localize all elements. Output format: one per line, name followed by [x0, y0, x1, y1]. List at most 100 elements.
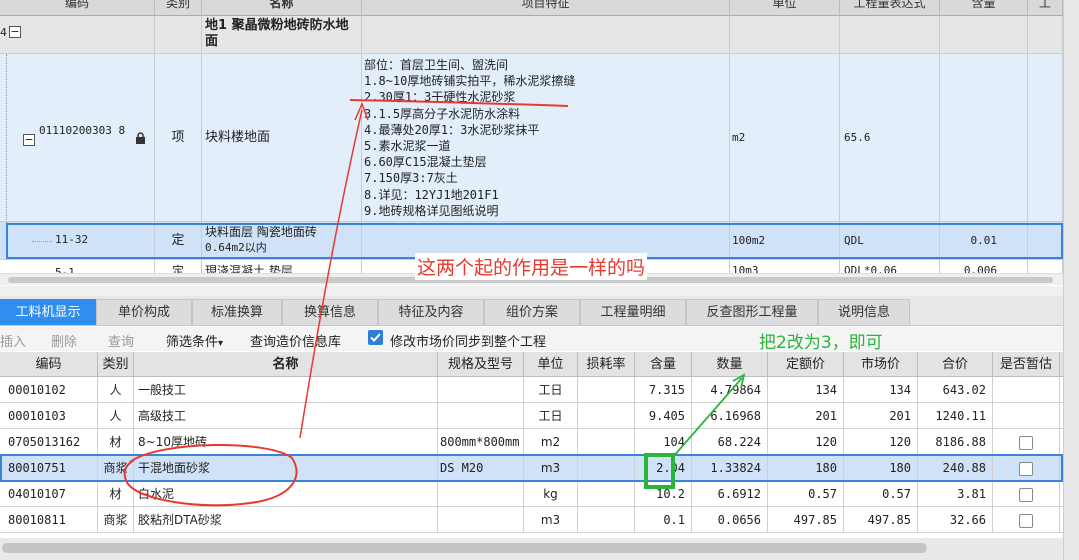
material-spec[interactable] [438, 403, 524, 429]
tab-quantity-detail[interactable]: 工程量明细 [580, 299, 686, 325]
query-button[interactable]: 查询 [108, 331, 134, 350]
material-total[interactable]: 32.66 [918, 507, 993, 533]
provisional-checkbox[interactable] [1019, 487, 1033, 502]
material-type[interactable]: 材 [98, 429, 134, 455]
sync-checkbox[interactable] [368, 330, 383, 345]
material-spec[interactable] [438, 377, 524, 403]
material-name[interactable]: 高级技工 [134, 403, 438, 429]
material-market-price[interactable]: 497.85 [844, 507, 918, 533]
material-total[interactable]: 643.02 [918, 377, 993, 403]
quota2-name[interactable]: 現浇混凝土 垫层 [202, 260, 362, 274]
provisional-cell[interactable] [993, 481, 1060, 507]
col-header-unit[interactable]: 单位 [730, 0, 840, 16]
material-content[interactable]: 2.04 [635, 455, 692, 481]
tab-standard-conversion[interactable]: 标准换算 [192, 299, 282, 325]
col-header-expr[interactable]: 工程量表达式 [840, 0, 940, 16]
material-loss[interactable] [578, 377, 635, 403]
material-quota-price[interactable]: 180 [768, 455, 844, 481]
col-header-type[interactable]: 类别 [98, 352, 134, 377]
bill-item-name[interactable]: 块料楼地面 [202, 54, 362, 222]
provisional-cell[interactable] [993, 377, 1060, 403]
provisional-cell[interactable] [993, 403, 1060, 429]
material-unit[interactable]: 工日 [524, 403, 578, 429]
material-unit[interactable]: m2 [524, 429, 578, 455]
tab-conversion-info[interactable]: 换算信息 [282, 299, 378, 325]
col-header-spec[interactable]: 规格及型号 [438, 352, 524, 377]
col-header-type[interactable]: 类别 [155, 0, 202, 16]
material-code[interactable]: 80010751 [0, 455, 98, 481]
material-loss[interactable] [578, 507, 635, 533]
material-quota-price[interactable]: 120 [768, 429, 844, 455]
material-loss[interactable] [578, 403, 635, 429]
material-content[interactable]: 0.1 [635, 507, 692, 533]
col-header-code[interactable]: 编码 [0, 0, 155, 16]
material-quota-price[interactable]: 0.57 [768, 481, 844, 507]
col-header-code[interactable]: 编码 [0, 352, 98, 377]
bill-item-qty[interactable] [940, 54, 1028, 222]
quota2-expr[interactable]: QDL*0.06 [840, 260, 940, 274]
material-type[interactable]: 商浆 [98, 507, 134, 533]
material-name[interactable]: 8~10厚地砖 [134, 429, 438, 455]
material-code[interactable]: 04010107 [0, 481, 98, 507]
col-header-qty[interactable]: 含量 [940, 0, 1028, 16]
provisional-checkbox[interactable] [1019, 513, 1033, 528]
tab-pricing-plan[interactable]: 组价方案 [484, 299, 580, 325]
material-name[interactable]: 白水泥 [134, 481, 438, 507]
col-header-provisional[interactable]: 是否暂估 [993, 352, 1060, 377]
material-spec[interactable]: 800mm*800mm [438, 429, 524, 455]
material-qty[interactable]: 4.79864 [692, 377, 768, 403]
material-name[interactable]: 干混地面砂浆 [134, 455, 438, 481]
material-total[interactable]: 8186.88 [918, 429, 993, 455]
bottom-horizontal-scrollbar[interactable] [0, 538, 1079, 560]
bill-item-features[interactable]: 部位：首层卫生间、盥洗间 1.8~10厚地砖铺实拍平，稀水泥浆擦缝 2.30厚1… [362, 54, 730, 222]
col-header-market-price[interactable]: 市场价 [844, 352, 918, 377]
material-type[interactable]: 材 [98, 481, 134, 507]
material-unit[interactable]: 工日 [524, 377, 578, 403]
col-header-content[interactable]: 含量 [635, 352, 692, 377]
material-market-price[interactable]: 180 [844, 455, 918, 481]
material-quota-price[interactable]: 201 [768, 403, 844, 429]
material-qty[interactable]: 1.33824 [692, 455, 768, 481]
col-header-total[interactable]: 合价 [918, 352, 993, 377]
material-qty[interactable]: 6.6912 [692, 481, 768, 507]
scrollbar-thumb[interactable] [2, 543, 927, 553]
material-total[interactable]: 240.88 [918, 455, 993, 481]
provisional-cell[interactable] [993, 507, 1060, 533]
material-total[interactable]: 3.81 [918, 481, 993, 507]
tab-unit-price[interactable]: 单价构成 [96, 299, 192, 325]
material-content[interactable]: 104 [635, 429, 692, 455]
material-name[interactable]: 胶粘剂DTA砂浆 [134, 507, 438, 533]
material-type[interactable]: 人 [98, 403, 134, 429]
material-qty[interactable]: 0.0656 [692, 507, 768, 533]
material-market-price[interactable]: 134 [844, 377, 918, 403]
material-qty[interactable]: 6.16968 [692, 403, 768, 429]
delete-button[interactable]: 删除 [51, 331, 77, 350]
provisional-cell[interactable] [993, 455, 1060, 481]
col-header-name[interactable]: 名称 [134, 352, 438, 377]
material-name[interactable]: 一般技工 [134, 377, 438, 403]
material-unit[interactable]: kg [524, 481, 578, 507]
material-code[interactable]: 00010103 [0, 403, 98, 429]
material-code[interactable]: 0705013162 [0, 429, 98, 455]
splitter[interactable] [0, 286, 1079, 296]
bill-item-code-cell[interactable]: − 01110200303 8 [0, 54, 155, 222]
material-code[interactable]: 00010102 [0, 377, 98, 403]
col-header-qty[interactable]: 数量 [692, 352, 768, 377]
provisional-cell[interactable] [993, 429, 1060, 455]
material-loss[interactable] [578, 429, 635, 455]
material-qty[interactable]: 68.224 [692, 429, 768, 455]
col-header-unit[interactable]: 单位 [524, 352, 578, 377]
material-market-price[interactable]: 201 [844, 403, 918, 429]
tab-labor-material[interactable]: 工料机显示 [0, 299, 96, 325]
bill-item-expr[interactable]: 65.6 [840, 54, 940, 222]
material-market-price[interactable]: 120 [844, 429, 918, 455]
material-spec[interactable] [438, 507, 524, 533]
provisional-checkbox[interactable] [1019, 435, 1033, 450]
material-loss[interactable] [578, 455, 635, 481]
vertical-scrollbar[interactable] [1063, 0, 1079, 560]
price-info-lookup-button[interactable]: 查询造价信息库 [250, 331, 341, 350]
quota2-unit[interactable]: 10m3 [730, 260, 840, 274]
material-quota-price[interactable]: 497.85 [768, 507, 844, 533]
material-code[interactable]: 80010811 [0, 507, 98, 533]
provisional-checkbox[interactable] [1019, 461, 1033, 476]
